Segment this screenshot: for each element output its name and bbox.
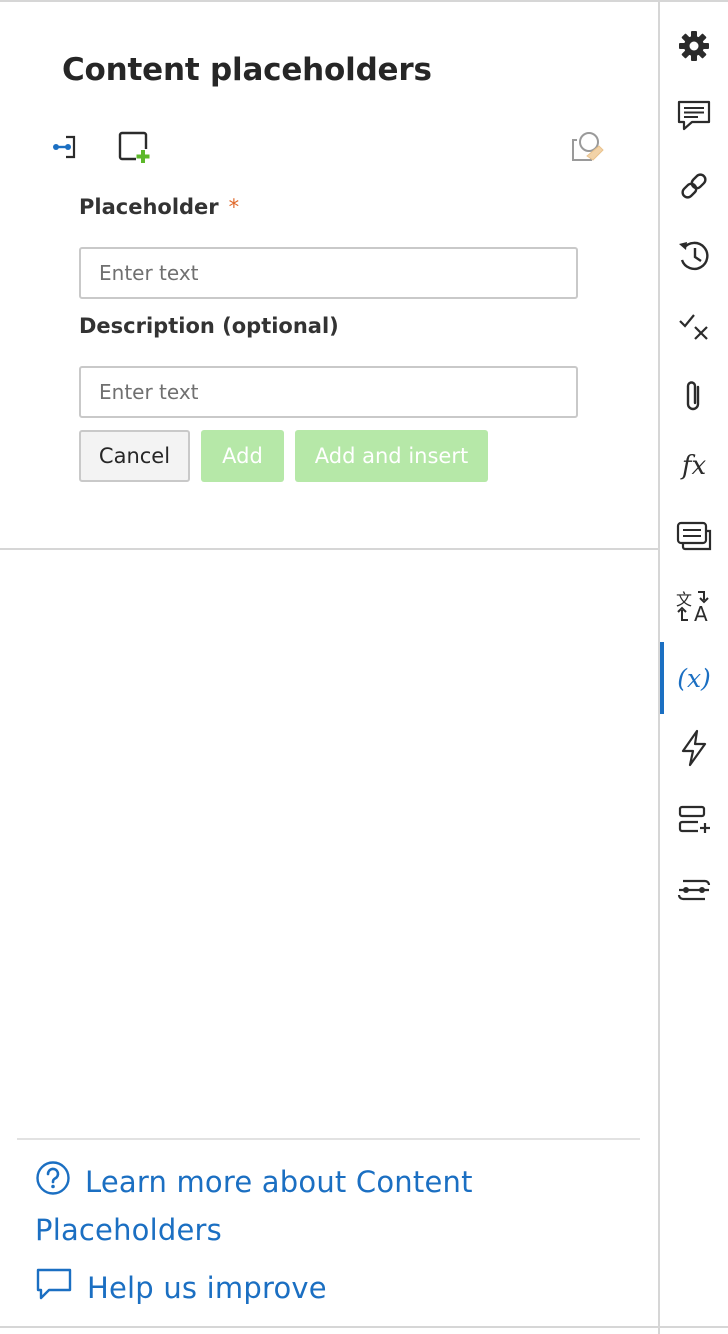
required-marker: * bbox=[228, 195, 240, 219]
variable-icon[interactable]: (x) bbox=[660, 642, 728, 714]
link-icon[interactable] bbox=[660, 158, 728, 214]
translate-icon[interactable]: 文 A bbox=[660, 578, 728, 634]
comments-icon[interactable] bbox=[660, 88, 728, 144]
cards-icon[interactable] bbox=[660, 508, 728, 564]
bottom-border bbox=[0, 1326, 728, 1328]
cancel-button[interactable]: Cancel bbox=[79, 430, 190, 482]
add-and-insert-button[interactable]: Add and insert bbox=[295, 430, 488, 482]
add-button[interactable]: Add bbox=[201, 430, 284, 482]
check-cross-icon[interactable] bbox=[660, 298, 728, 354]
placeholder-label: Placeholder * bbox=[79, 195, 239, 219]
paperclip-icon[interactable] bbox=[660, 368, 728, 424]
content-placeholders-panel: Content placeholders Placeholder * Descri… bbox=[0, 0, 658, 1334]
learn-more-text: Learn more about Content Placeholders bbox=[35, 1165, 473, 1247]
function-glyph: fx bbox=[681, 451, 707, 481]
add-placeholder-icon[interactable] bbox=[114, 127, 154, 167]
variable-glyph: (x) bbox=[677, 663, 711, 693]
add-row-icon[interactable] bbox=[660, 792, 728, 848]
insert-placeholder-icon[interactable] bbox=[46, 127, 86, 167]
help-circle-icon bbox=[35, 1160, 71, 1208]
placeholder-label-text: Placeholder bbox=[79, 195, 219, 219]
feedback-bubble-icon bbox=[35, 1266, 73, 1314]
panel-title: Content placeholders bbox=[62, 52, 432, 88]
translate-glyph: 文 A bbox=[676, 588, 712, 626]
footer-divider bbox=[17, 1138, 640, 1140]
lightning-icon[interactable] bbox=[660, 720, 728, 776]
side-rail: fx 文 A (x) bbox=[658, 0, 728, 1334]
function-icon[interactable]: fx bbox=[660, 438, 728, 494]
section-divider bbox=[0, 548, 658, 550]
placeholder-input[interactable] bbox=[79, 247, 578, 299]
gear-icon[interactable] bbox=[660, 18, 728, 74]
description-input[interactable] bbox=[79, 366, 578, 418]
help-improve-text: Help us improve bbox=[87, 1271, 327, 1305]
help-improve-link[interactable]: Help us improve bbox=[35, 1266, 327, 1314]
connector-icon[interactable] bbox=[660, 862, 728, 918]
clear-placeholder-icon[interactable] bbox=[566, 127, 606, 167]
description-label: Description (optional) bbox=[79, 314, 339, 338]
learn-more-link[interactable]: Learn more about Content Placeholders bbox=[35, 1160, 575, 1252]
history-icon[interactable] bbox=[660, 228, 728, 284]
